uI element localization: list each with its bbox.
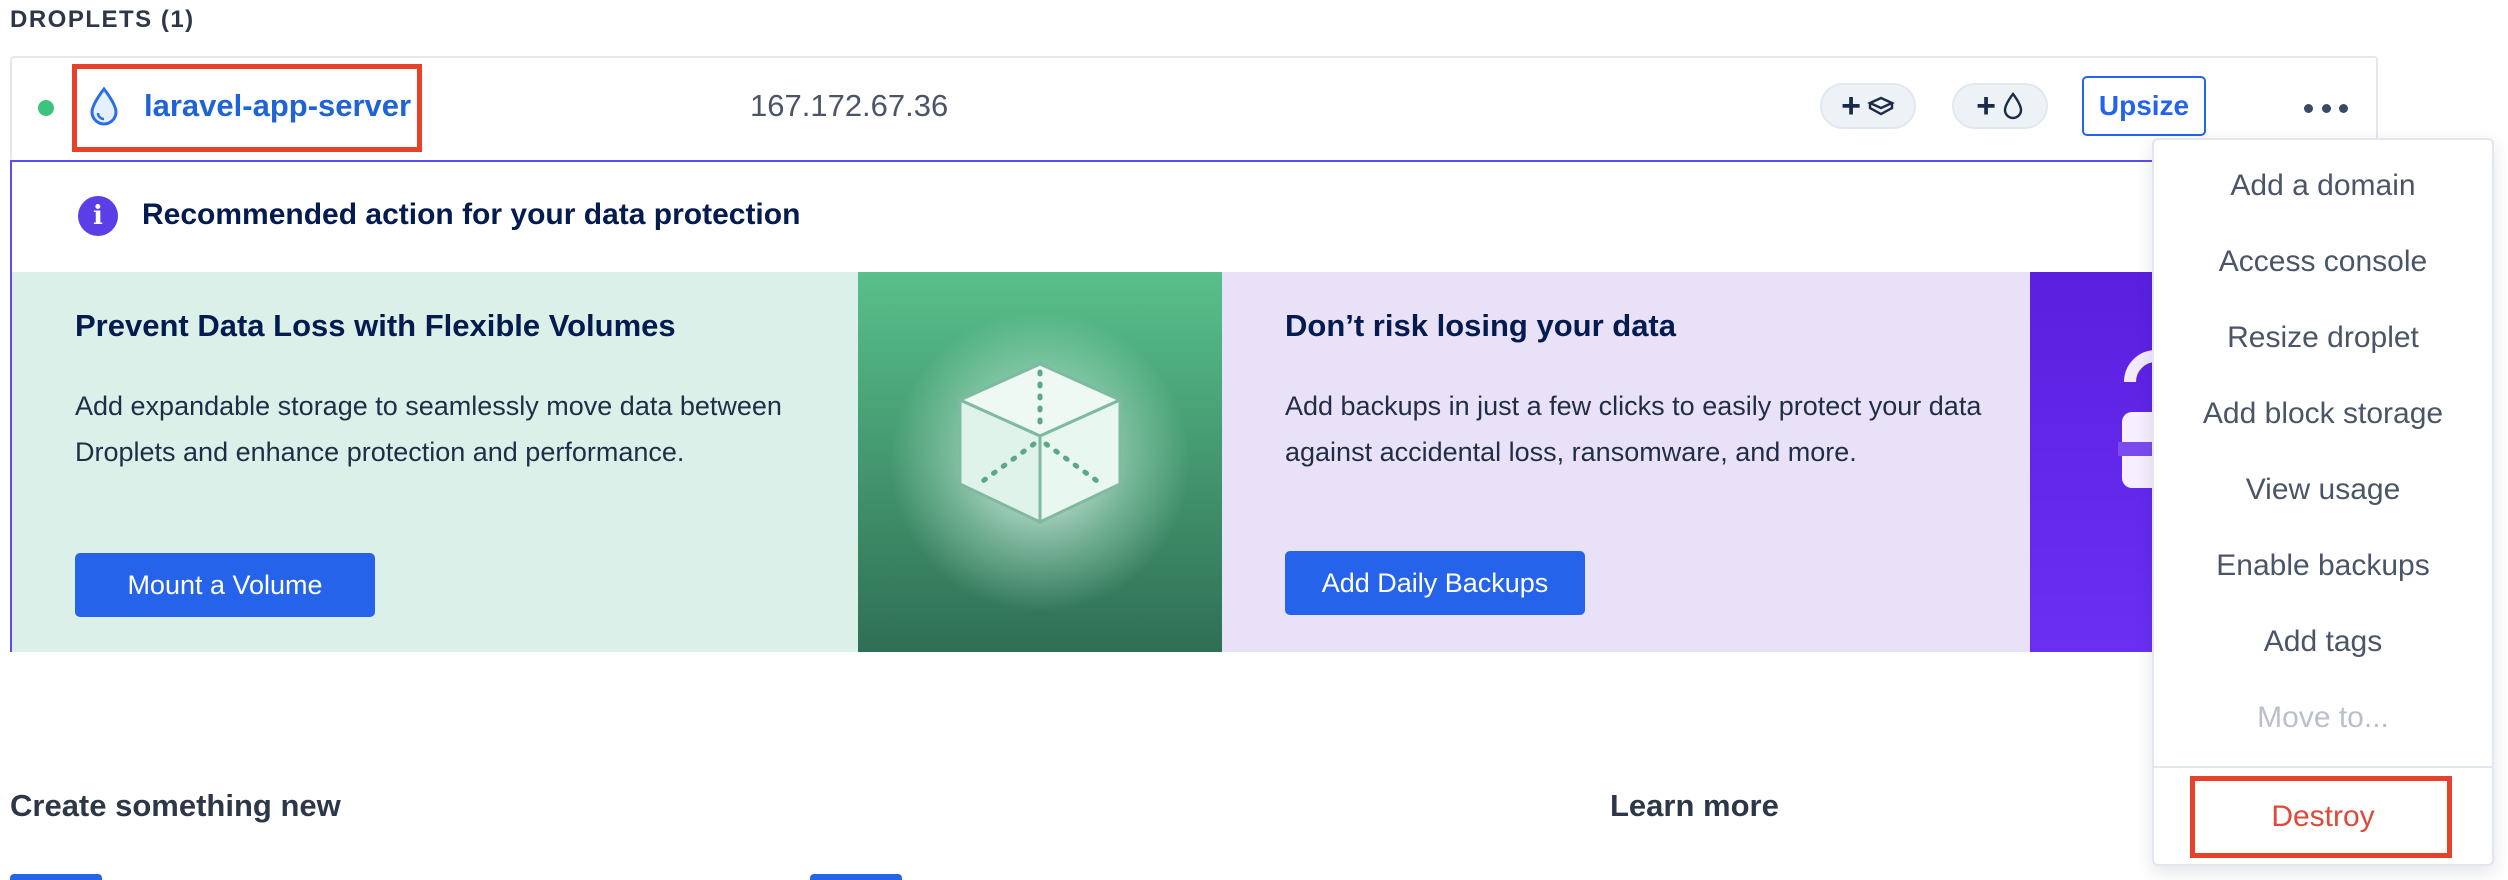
add-droplet-button[interactable]: + <box>1952 83 2048 129</box>
menu-item-resize-droplet[interactable]: Resize droplet <box>2152 300 2494 376</box>
menu-item-add-tags[interactable]: Add tags <box>2152 604 2494 680</box>
recommendation-title: Recommended action for your data protect… <box>142 198 801 231</box>
droplet-icon <box>88 86 120 126</box>
add-daily-backups-button[interactable]: Add Daily Backups <box>1285 551 1585 615</box>
more-options-icon[interactable] <box>2304 94 2348 122</box>
droplet-name-link[interactable]: laravel-app-server <box>144 88 411 124</box>
menu-item-enable-backups[interactable]: Enable backups <box>2152 528 2494 604</box>
volume-card-heading: Prevent Data Loss with Flexible Volumes <box>75 308 676 343</box>
menu-item-destroy[interactable]: Destroy <box>2152 778 2494 856</box>
add-volume-button[interactable]: + <box>1820 83 1916 129</box>
menu-item-access-console[interactable]: Access console <box>2152 224 2494 300</box>
menu-item-add-block-storage[interactable]: Add block storage <box>2152 376 2494 452</box>
droplet-ip-address: 167.172.67.36 <box>750 88 949 123</box>
menu-item-move-to: Move to... <box>2257 701 2389 734</box>
backups-card-body: Add backups in just a few clicks to easi… <box>1285 391 1982 467</box>
plus-label: + <box>1976 86 1996 125</box>
learn-more-heading: Learn more <box>1610 788 1779 823</box>
volume-card-body: Add expandable storage to seamlessly mov… <box>75 391 782 467</box>
section-title: DROPLETS (1) <box>10 6 195 33</box>
status-indicator <box>38 100 54 116</box>
plus-label: + <box>1841 86 1861 125</box>
create-something-new-heading: Create something new <box>10 788 341 823</box>
volume-icon <box>1867 96 1895 116</box>
cube-illustration <box>858 272 1222 652</box>
info-icon: i <box>78 196 118 236</box>
menu-item-view-usage[interactable]: View usage <box>2152 452 2494 528</box>
backups-card-heading: Don’t risk losing your data <box>1285 308 1676 343</box>
mount-volume-button[interactable]: Mount a Volume <box>75 553 375 617</box>
partial-card-edge <box>10 874 102 880</box>
droplet-icon <box>2003 92 2023 120</box>
menu-item-add-domain[interactable]: Add a domain <box>2152 148 2494 224</box>
upsize-button[interactable]: Upsize <box>2082 76 2206 136</box>
menu-divider <box>2154 766 2492 768</box>
partial-card-edge <box>810 874 902 880</box>
